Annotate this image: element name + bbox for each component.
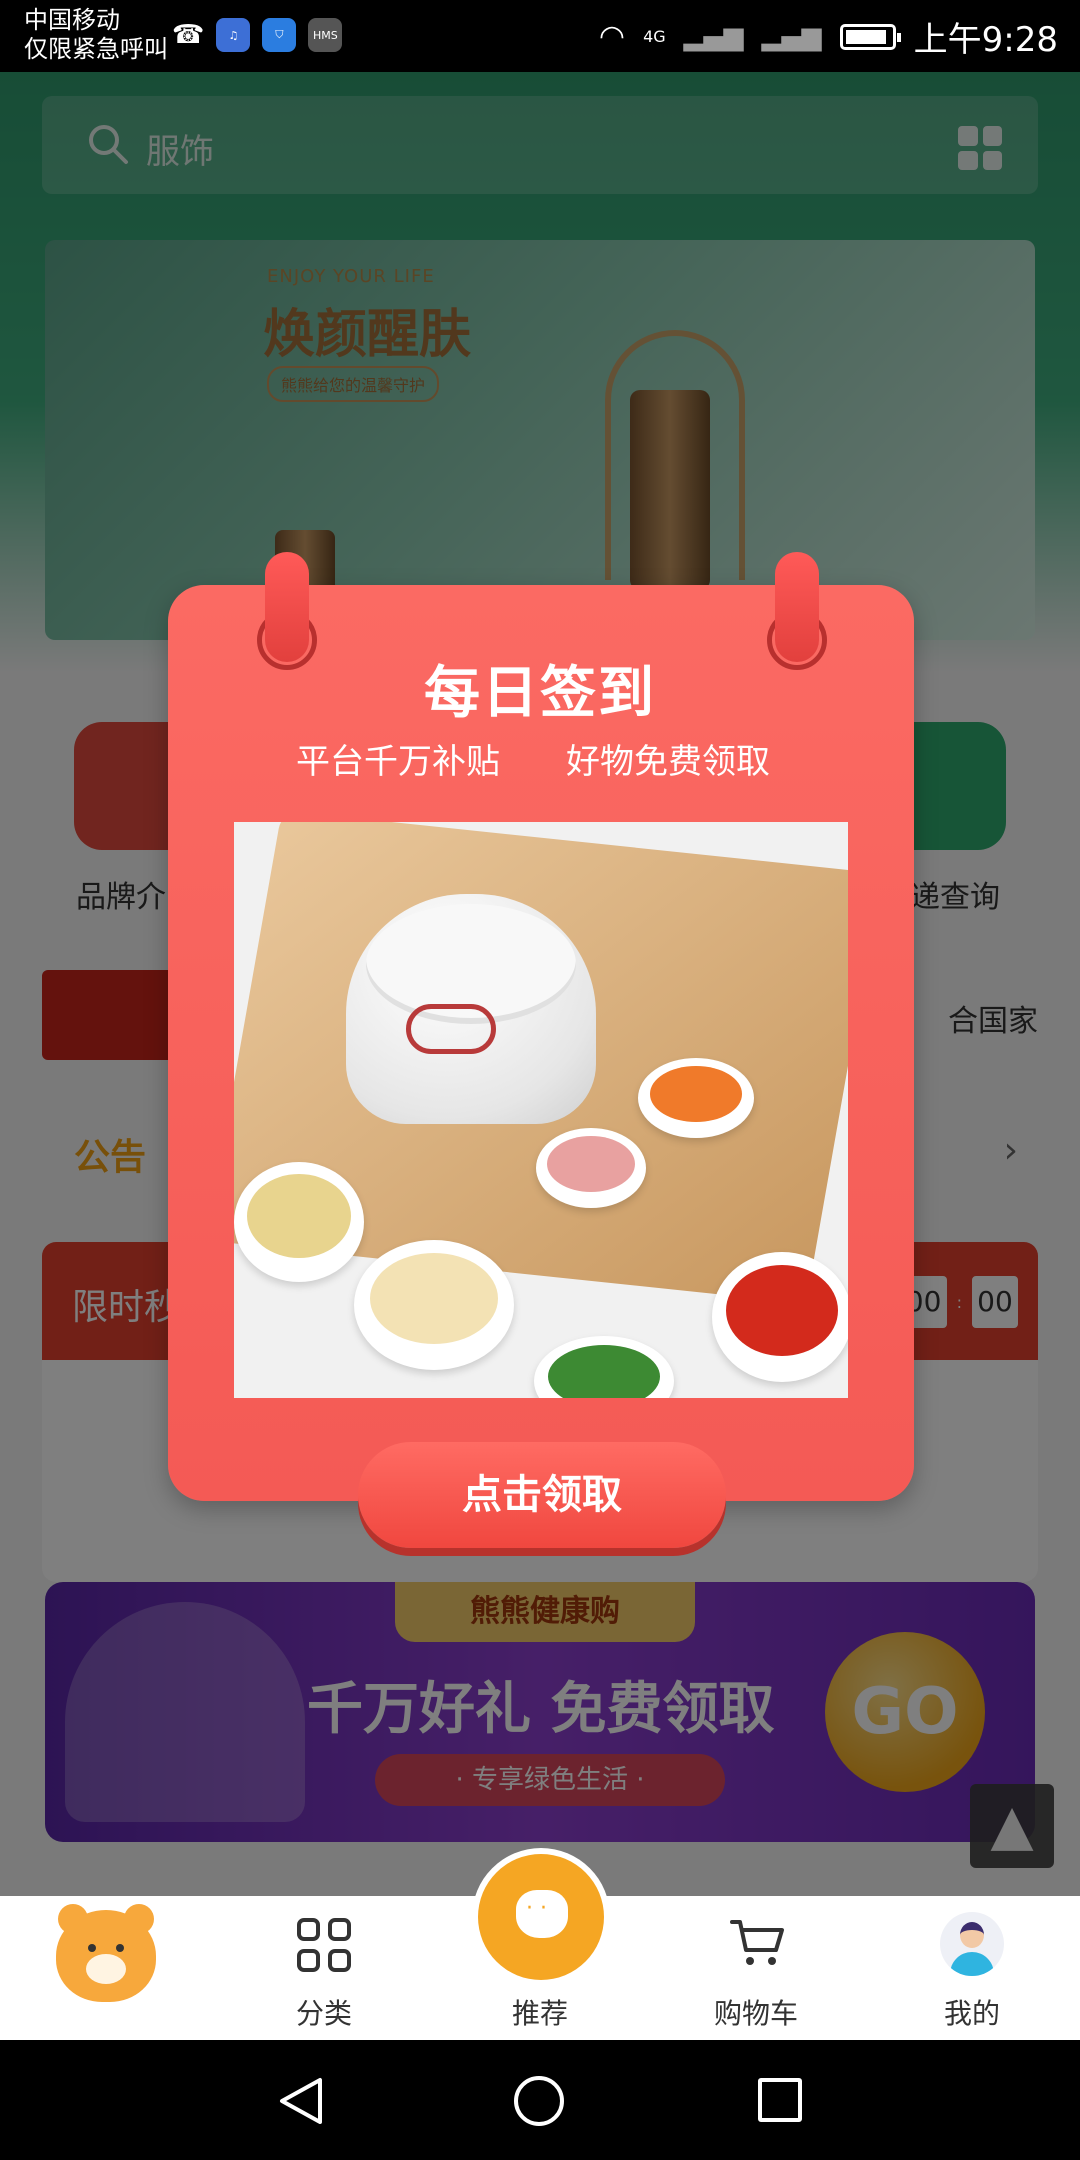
hms-app-icon: HMS [308, 18, 343, 52]
network-type: 4G [643, 27, 666, 46]
calendar-hook-right [775, 552, 819, 662]
tab-label: 分类 [295, 1997, 352, 2030]
cart-icon [730, 1920, 784, 1965]
recent-apps-icon[interactable] [758, 2078, 802, 2122]
carrier-info: 中国移动 仅限紧急呼叫 [24, 6, 168, 64]
food-chopper [346, 894, 596, 1124]
system-nav-bar [0, 2040, 1080, 2160]
tab-label: 我的 [943, 1997, 1000, 2030]
wifi-icon: ◠ [598, 19, 626, 54]
tab-mine[interactable]: 我的 [864, 1896, 1080, 2040]
product-image[interactable] [234, 822, 848, 1398]
signal-icon: ▂▄▆ [683, 21, 744, 52]
back-icon[interactable] [276, 2076, 326, 2126]
bowl-pepper [712, 1252, 848, 1382]
tab-home[interactable] [0, 1896, 216, 2040]
modal-subtitle-left: 平台千万补贴 [296, 742, 500, 782]
claim-button[interactable]: 点击领取 [358, 1442, 726, 1548]
carrier-status: 仅限紧急呼叫 [24, 35, 168, 63]
bowl-meat [536, 1128, 646, 1208]
modal-title: 每日签到 [424, 661, 656, 726]
bowl-ginger [234, 1162, 364, 1282]
modal-subtitle-right: 好物免费领取 [566, 742, 770, 782]
avatar [940, 1912, 1004, 1976]
battery-icon [839, 23, 901, 50]
category-icon [297, 1918, 351, 1972]
clock: 上午9:28 [913, 20, 1058, 60]
bowl-greens [534, 1336, 674, 1398]
calendar-hook-left [265, 552, 309, 662]
status-right: ◠ 4G ▂▄▆ ▂▄▆ 上午9:28 [599, 12, 1058, 61]
bear-logo-icon [56, 1904, 156, 2002]
music-app-icon: ♫ [216, 18, 251, 52]
carrier-name: 中国移动 [24, 6, 120, 34]
status-bar: 中国移动 仅限紧急呼叫 ☎ ♫ ⛉ HMS ◠ 4G ▂▄▆ ▂▄▆ 上午9:2… [0, 0, 1080, 72]
tab-cart[interactable]: 购物车 [648, 1896, 864, 2040]
missed-call-icon: ☎ [172, 20, 205, 50]
bowl-carrot [638, 1058, 754, 1138]
signal-off-icon: ▂▄▆ [761, 21, 822, 52]
recommend-icon[interactable] [478, 1854, 604, 1980]
shield-app-icon: ⛉ [262, 18, 297, 52]
home-icon[interactable] [514, 2076, 564, 2126]
notification-icons: ☎ ♫ ⛉ HMS [172, 18, 343, 52]
tab-label: 购物车 [713, 1997, 798, 2030]
tab-category[interactable]: 分类 [216, 1896, 432, 2040]
tab-label: 推荐 [511, 1997, 568, 2030]
bowl-garlic [354, 1240, 514, 1370]
bottom-tab-bar: 分类 推荐 购物车 我的 [0, 1854, 1080, 2040]
